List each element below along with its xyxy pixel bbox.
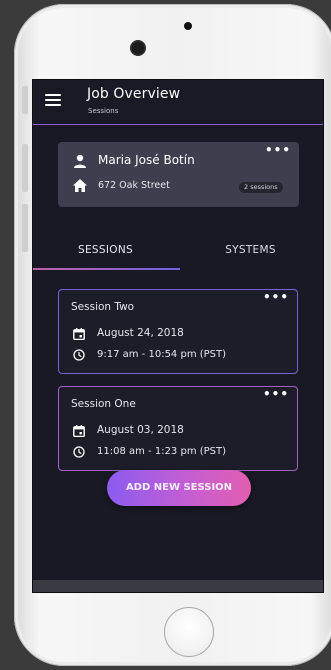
- client-address: 672 Oak Street: [98, 180, 170, 191]
- calendar-icon: [73, 328, 85, 340]
- home-button[interactable]: [164, 607, 214, 657]
- session-time: 9:17 am - 10:54 pm (PST): [97, 349, 227, 360]
- add-new-session-button[interactable]: ADD NEW SESSION: [107, 470, 251, 506]
- session-title: Session One: [71, 398, 136, 410]
- client-card[interactable]: ••• Maria José Botín 672 Oak Street 2 se…: [58, 142, 299, 207]
- more-horizontal-icon[interactable]: •••: [263, 291, 289, 303]
- volume-down-button: [22, 204, 28, 252]
- page-title: Job Overview: [87, 86, 181, 102]
- tab-sessions[interactable]: SESSIONS: [33, 236, 178, 270]
- sessions-count-badge: 2 sessions: [239, 182, 283, 193]
- speaker-dot: [184, 22, 192, 30]
- session-card[interactable]: ••• Session Two August 24, 2018 9:17 am …: [58, 289, 298, 374]
- session-card[interactable]: ••• Session One August 03, 2018 11:08 am…: [58, 386, 298, 471]
- session-time: 11:08 am - 1:23 pm (PST): [97, 446, 227, 457]
- calendar-icon: [73, 425, 85, 437]
- person-icon: [74, 154, 86, 168]
- more-horizontal-icon[interactable]: •••: [265, 144, 291, 156]
- bottom-bar: [33, 580, 323, 592]
- clock-icon: [73, 446, 85, 458]
- home-icon: [73, 179, 87, 192]
- menu-icon[interactable]: [45, 93, 61, 107]
- page-subtitle: Sessions: [88, 107, 119, 115]
- tab-systems[interactable]: SYSTEMS: [178, 236, 323, 270]
- volume-up-button: [22, 144, 28, 192]
- mute-switch: [22, 86, 28, 114]
- tab-indicator: [33, 268, 180, 270]
- more-horizontal-icon[interactable]: •••: [263, 388, 289, 400]
- session-date: August 03, 2018: [97, 424, 184, 436]
- clock-icon: [73, 349, 85, 361]
- tab-bar: SESSIONS SYSTEMS: [33, 236, 323, 270]
- session-date: August 24, 2018: [97, 327, 184, 339]
- client-name: Maria José Botín: [98, 153, 195, 167]
- app-bar: Job Overview Sessions: [33, 80, 323, 125]
- session-title: Session Two: [71, 301, 135, 313]
- front-camera: [132, 42, 144, 54]
- app-screen: Job Overview Sessions ••• Maria José Bot…: [32, 79, 324, 593]
